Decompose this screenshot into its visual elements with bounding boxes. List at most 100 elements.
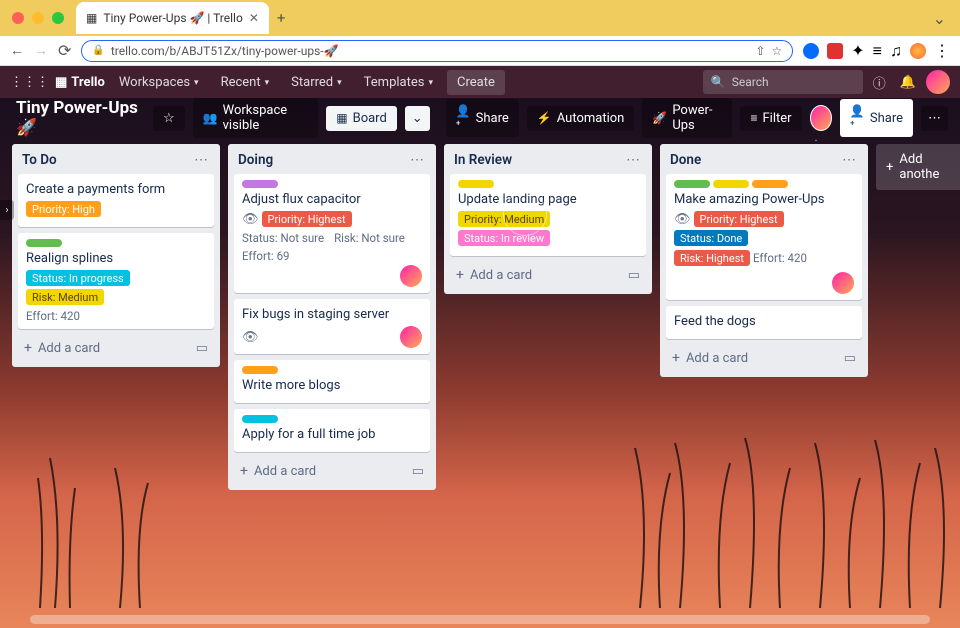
workspaces-menu[interactable]: Workspaces▾	[111, 71, 207, 94]
member-avatar[interactable]	[400, 326, 422, 348]
starred-menu[interactable]: Starred▾	[283, 71, 350, 94]
trello-favicon: ▦	[86, 11, 97, 25]
profile-avatar[interactable]	[910, 43, 926, 59]
filter-icon: ≡	[750, 111, 757, 125]
add-list-button[interactable]: + Add anothe	[876, 144, 960, 190]
new-tab-button[interactable]: +	[277, 9, 286, 27]
card[interactable]: Create a payments form Priority: High	[18, 174, 214, 227]
label: Priority: Highest	[262, 211, 352, 227]
list-title[interactable]: Done	[670, 152, 840, 168]
template-icon[interactable]: ▭	[196, 341, 208, 356]
member-avatar[interactable]	[400, 265, 422, 287]
label: Risk: Medium	[26, 289, 104, 305]
sidebar-expand-handle[interactable]: ›	[0, 200, 14, 220]
address-bar[interactable]: 🔒 trello.com/b/ABJT51Zx/tiny-power-ups-🚀…	[81, 40, 793, 62]
card[interactable]: Adjust flux capacitor 👁 Priority: Highes…	[234, 174, 430, 293]
template-icon[interactable]: ▭	[844, 351, 856, 366]
add-card-button[interactable]: +Add a card▭	[666, 345, 862, 371]
chevron-down-icon: ⌄	[412, 111, 423, 126]
bookmark-icon[interactable]: ☆	[771, 44, 782, 58]
watch-icon: 👁	[242, 330, 259, 345]
template-icon[interactable]: ▭	[412, 464, 424, 479]
minimize-window[interactable]	[32, 12, 44, 24]
board-menu-button[interactable]: ⋯	[921, 106, 948, 131]
reload-button[interactable]: ⟳	[58, 41, 71, 60]
maximize-window[interactable]	[52, 12, 64, 24]
info-icon[interactable]: ⓘ	[869, 73, 890, 92]
search-icon: 🔍	[711, 75, 726, 89]
share-page-icon[interactable]: ⇧	[755, 44, 765, 58]
trello-logo[interactable]: ▦ Trello	[55, 75, 105, 90]
card[interactable]: Update landing page Priority: Medium Sta…	[450, 174, 646, 256]
card[interactable]: Realign splines Status: In progress Risk…	[18, 233, 214, 329]
workspace-visibility-button[interactable]: 👥Workspace visible	[193, 98, 319, 138]
account-avatar[interactable]	[926, 70, 950, 94]
star-board-button[interactable]: ☆	[153, 106, 185, 131]
list-menu-icon[interactable]: ⋯	[192, 152, 210, 168]
add-card-button[interactable]: +Add a card▭	[234, 458, 430, 484]
search-input[interactable]: 🔍 Search	[703, 70, 863, 94]
add-card-button[interactable]: +Add a card▭	[18, 335, 214, 361]
view-switcher-dropdown[interactable]: ⌄	[405, 106, 430, 131]
list-menu-icon[interactable]: ⋯	[408, 152, 426, 168]
apps-icon[interactable]: ⋮⋮⋮	[10, 75, 49, 90]
board-member-avatar[interactable]	[810, 105, 832, 131]
templates-menu[interactable]: Templates▾	[356, 71, 441, 94]
extension-icon[interactable]: ♫	[890, 41, 902, 61]
extensions-icon[interactable]: ✦	[851, 41, 864, 60]
more-icon: ⋯	[928, 111, 941, 126]
plus-icon: +	[672, 350, 680, 366]
label: Priority: Medium	[458, 211, 550, 227]
list-title[interactable]: Doing	[238, 152, 408, 168]
template-icon[interactable]: ▭	[628, 268, 640, 283]
filter-button[interactable]: ≡Filter	[740, 106, 801, 131]
tab-overflow-icon[interactable]: ⌄	[927, 9, 952, 28]
back-button[interactable]: ←	[10, 42, 24, 59]
share-button-primary[interactable]: 👤⁺Share	[840, 99, 913, 137]
card[interactable]: Write more blogs	[234, 360, 430, 403]
label-stripe	[26, 239, 62, 247]
close-tab-icon[interactable]: ✕	[249, 11, 259, 25]
label-stripe	[713, 180, 749, 188]
browser-tab[interactable]: ▦ Tiny Power-Ups 🚀 | Trello ✕	[76, 2, 269, 34]
tab-title: Tiny Power-Ups 🚀 | Trello	[103, 11, 242, 25]
label: Priority: Highest	[694, 211, 784, 227]
card-title: Fix bugs in staging server	[242, 307, 422, 322]
board-header: Tiny Power-Ups 🚀 ☆ 👥Workspace visible ▦B…	[0, 98, 960, 138]
extension-icon[interactable]	[803, 43, 819, 59]
label-stripe	[242, 415, 278, 423]
recent-menu[interactable]: Recent▾	[213, 71, 278, 94]
board-title[interactable]: Tiny Power-Ups 🚀	[12, 98, 145, 138]
card-title: Feed the dogs	[674, 314, 854, 329]
chrome-menu-icon[interactable]: ⋮	[934, 41, 950, 60]
card-title: Create a payments form	[26, 182, 206, 197]
list-doing: Doing ⋯ Adjust flux capacitor 👁 Priority…	[228, 144, 436, 490]
list-menu-icon[interactable]: ⋯	[624, 152, 642, 168]
member-avatar[interactable]	[832, 272, 854, 294]
close-window[interactable]	[12, 12, 24, 24]
card[interactable]: Make amazing Power-Ups 👁 Priority: Highe…	[666, 174, 862, 300]
board-canvas: › Tiny Power-Ups 🚀 ☆ 👥Workspace visible …	[0, 98, 960, 628]
people-icon: 👥	[203, 111, 218, 125]
list-title[interactable]: In Review	[454, 152, 624, 168]
powerups-button[interactable]: 🚀Power-Ups	[642, 98, 732, 138]
board-view-button[interactable]: ▦Board	[326, 106, 397, 131]
automation-button[interactable]: ⚡Automation	[527, 106, 635, 131]
card-title: Adjust flux capacitor	[242, 192, 422, 207]
watch-icon: 👁	[242, 212, 259, 227]
list-title[interactable]: To Do	[22, 152, 192, 168]
card-title: Make amazing Power-Ups	[674, 192, 854, 207]
horizontal-scrollbar[interactable]	[30, 615, 930, 624]
list-menu-icon[interactable]: ⋯	[840, 152, 858, 168]
card[interactable]: Fix bugs in staging server 👁	[234, 299, 430, 354]
card[interactable]: Apply for a full time job	[234, 409, 430, 452]
notifications-icon[interactable]: 🔔	[896, 75, 920, 90]
extension-icon[interactable]	[827, 43, 843, 59]
create-button[interactable]: Create	[447, 70, 505, 95]
extension-icon[interactable]: ≡	[873, 41, 882, 61]
card[interactable]: Feed the dogs	[666, 306, 862, 339]
label-stripe	[674, 180, 710, 188]
add-card-button[interactable]: +Add a card▭	[450, 262, 646, 288]
share-button[interactable]: 👤⁺Share	[446, 99, 519, 137]
list-todo: To Do ⋯ Create a payments form Priority:…	[12, 144, 220, 367]
